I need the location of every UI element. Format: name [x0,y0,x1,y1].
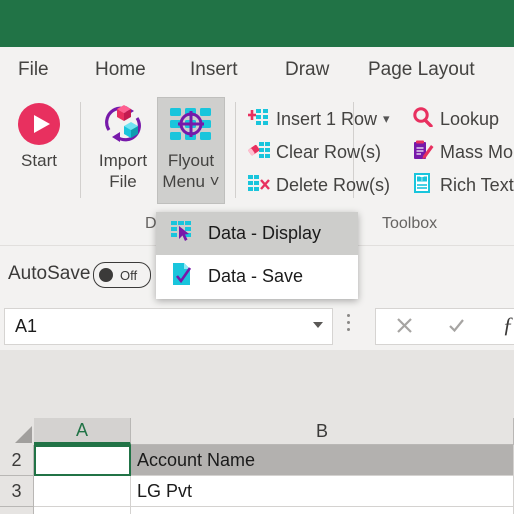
mass-modify-label: Mass Mo [440,141,514,162]
rich-text-icon: T [412,172,434,198]
fx-icon[interactable]: ƒ [492,309,514,341]
menu-item-data-display-label: Data - Display [208,223,322,243]
data-display-icon [170,220,194,247]
flyout-menu-button[interactable]: Flyout Menu ˅ [157,97,225,204]
autosave-toggle[interactable]: Off [93,262,151,288]
lookup-button[interactable]: Lookup [412,104,499,134]
select-all-corner[interactable] [0,418,35,446]
delete-rows-icon [248,174,270,197]
spreadsheet-area: A B 2 Account Name 3 LG Pvt 4 M&M G [0,350,514,514]
row-header-2[interactable]: 2 [0,445,34,476]
clear-rows-icon [248,141,270,164]
chevron-down-icon[interactable]: ▾ [383,111,390,127]
delete-rows-label: Delete Row(s) [276,174,391,195]
menu-item-data-save[interactable]: Data - Save [156,255,358,298]
insert-row-button[interactable]: Insert 1 Row ▾ [248,104,390,134]
group-label-toolbox: Toolbox [382,215,438,232]
cell-b4[interactable]: M&M G [131,507,514,514]
lookup-icon [412,106,434,132]
clear-rows-button[interactable]: Clear Row(s) [248,137,381,167]
row-header-3[interactable]: 3 [0,476,34,507]
cell-a3[interactable] [34,476,131,507]
autosave-state: Off [120,267,138,283]
autosave-label: AutoSave [8,263,91,284]
tab-draw[interactable]: Draw [285,47,329,92]
column-header-b[interactable]: B [131,418,514,445]
ribbon-body: Start Import File Flyout Menu ˅ Insert 1… [0,92,514,210]
toggle-knob [99,268,113,282]
excel-window: File Home Insert Draw Page Layout Start [0,0,514,514]
flyout-menu-button-label: Flyout Menu ˅ [162,151,220,191]
import-file-button-label: Import File [98,151,148,191]
tab-file[interactable]: File [18,47,49,92]
mass-modify-icon [412,140,434,165]
delete-rows-button[interactable]: Delete Row(s) [248,170,390,200]
chevron-down-icon[interactable] [313,322,323,328]
tab-page-layout[interactable]: Page Layout [368,47,475,92]
lookup-label: Lookup [440,108,500,129]
flyout-menu-icon [158,98,224,150]
formula-bar-grip[interactable] [347,314,351,331]
confirm-formula-button[interactable] [440,309,472,341]
rich-text-button[interactable]: T Rich Text [412,170,514,200]
start-button[interactable]: Start [6,98,72,171]
svg-text:T: T [420,177,424,183]
title-bar [0,0,514,47]
import-file-button[interactable]: Import File [90,98,156,192]
menu-item-data-display[interactable]: Data - Display [156,212,358,255]
flyout-dropdown-menu: Data - Display Data - Save [156,212,358,299]
name-box[interactable]: A1 [4,308,333,345]
cancel-formula-button[interactable] [388,309,420,341]
menu-item-data-save-label: Data - Save [208,266,304,286]
ribbon-tab-strip: File Home Insert Draw Page Layout [0,47,514,92]
tab-home[interactable]: Home [95,47,146,92]
rich-text-label: Rich Text [440,174,514,195]
cell-b3[interactable]: LG Pvt [131,476,514,507]
insert-row-label: Insert 1 Row [276,108,378,129]
data-save-icon [170,262,194,291]
start-button-label: Start [21,151,57,170]
insert-row-icon [248,108,270,131]
tab-insert[interactable]: Insert [190,47,238,92]
cell-a2[interactable] [34,445,131,476]
cell-b2[interactable]: Account Name [131,445,514,476]
row-header-4[interactable]: 4 [0,507,34,514]
ribbon-separator [80,102,81,198]
play-circle-icon [6,98,72,150]
import-file-icon [90,98,156,150]
grid: A B 2 Account Name 3 LG Pvt 4 M&M G [0,418,514,514]
clear-rows-label: Clear Row(s) [276,141,382,162]
mass-modify-button[interactable]: Mass Mo [412,137,513,167]
ribbon-separator [235,102,236,198]
formula-bar: A1 ƒ [0,302,514,350]
column-header-a[interactable]: A [34,418,131,445]
name-box-value: A1 [15,316,38,336]
cell-a4[interactable] [34,507,131,514]
